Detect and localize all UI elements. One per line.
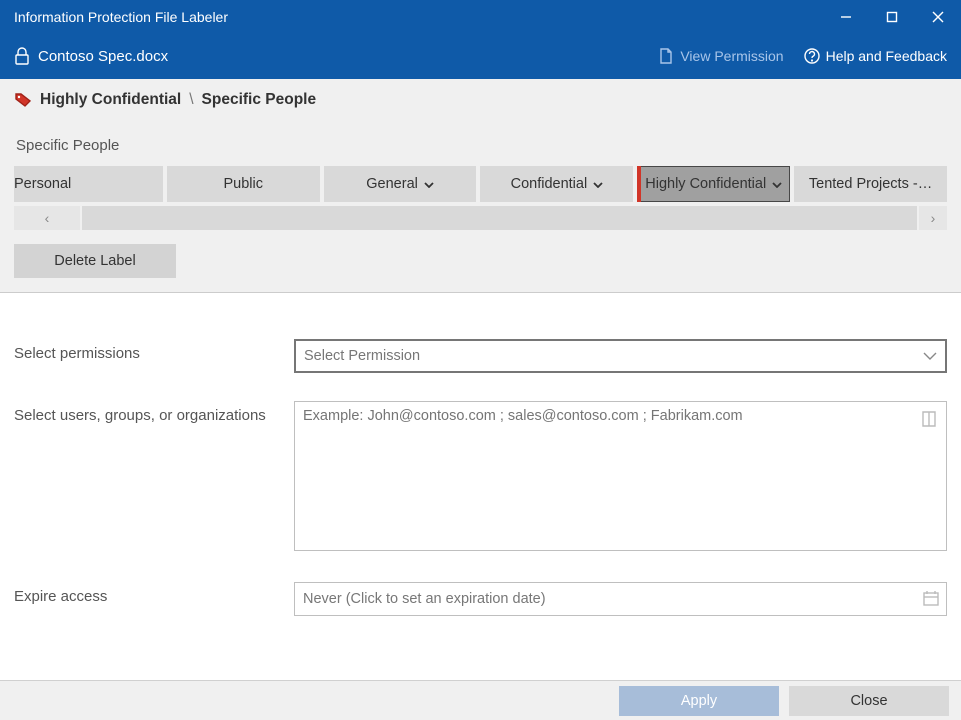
help-feedback-link[interactable]: Help and Feedback: [804, 48, 947, 64]
breadcrumb-level1: Highly Confidential: [40, 91, 181, 109]
label-tab-public[interactable]: Public: [167, 166, 320, 202]
label-tab-label: Confidential: [511, 176, 588, 192]
expire-row: Expire access Never (Click to set an exp…: [14, 582, 947, 616]
permissions-select[interactable]: Select Permission: [294, 339, 947, 373]
expire-field: Never (Click to set an expiration date): [294, 582, 947, 616]
label-tab-confidential[interactable]: Confidential: [480, 166, 633, 202]
view-permission-link[interactable]: View Permission: [658, 48, 783, 64]
breadcrumb: Highly Confidential \ Specific People: [14, 91, 947, 109]
help-icon: [804, 48, 820, 64]
close-window-button[interactable]: [915, 0, 961, 34]
permissions-placeholder: Select Permission: [304, 348, 420, 364]
calendar-icon[interactable]: [923, 590, 939, 609]
chevron-down-icon: [923, 348, 937, 364]
label-tab-label: Public: [223, 176, 263, 192]
minimize-button[interactable]: [823, 0, 869, 34]
title-bar: Information Protection File Labeler: [0, 0, 961, 34]
users-field: [294, 401, 947, 554]
tag-icon: [14, 92, 32, 108]
permissions-form: Select permissions Select Permission Sel…: [0, 292, 961, 680]
toolbar: Contoso Spec.docx View Permission Help a…: [0, 34, 961, 78]
users-row: Select users, groups, or organizations: [14, 401, 947, 554]
permissions-row: Select permissions Select Permission: [14, 339, 947, 373]
maximize-icon: [886, 11, 898, 23]
document-icon: [658, 48, 674, 64]
pager-track[interactable]: [82, 206, 917, 230]
label-tab-personal[interactable]: Personal: [14, 166, 163, 202]
expire-label: Expire access: [14, 582, 294, 605]
permissions-label: Select permissions: [14, 339, 294, 362]
help-feedback-label: Help and Feedback: [826, 48, 947, 64]
apply-button[interactable]: Apply: [619, 686, 779, 716]
view-permission-label: View Permission: [680, 48, 783, 64]
close-icon: [932, 11, 944, 23]
label-tab-highly-confidential[interactable]: Highly Confidential: [637, 166, 790, 202]
chevron-down-icon: [593, 176, 603, 192]
expire-input[interactable]: Never (Click to set an expiration date): [294, 582, 947, 616]
lock-icon: [14, 47, 30, 65]
permissions-field: Select Permission: [294, 339, 947, 373]
chevron-down-icon: [772, 176, 782, 192]
label-tab-label: Personal: [14, 176, 71, 192]
window-title: Information Protection File Labeler: [14, 9, 228, 25]
label-tab-general[interactable]: General: [324, 166, 477, 202]
sub-description: Specific People: [16, 137, 947, 154]
label-tabs: Personal Public General Confidential Hig…: [14, 166, 947, 202]
label-config-area: Highly Confidential \ Specific People Sp…: [0, 78, 961, 292]
pager-right[interactable]: ›: [919, 206, 947, 230]
delete-label-button[interactable]: Delete Label: [14, 244, 176, 278]
pager-left[interactable]: ‹: [14, 206, 80, 230]
footer: Apply Close: [0, 680, 961, 720]
maximize-button[interactable]: [869, 0, 915, 34]
label-tabs-pager: ‹ ›: [14, 206, 947, 230]
label-tab-label: Tented Projects -…: [809, 176, 932, 192]
window-controls: [823, 0, 961, 34]
label-tab-tented-projects[interactable]: Tented Projects -…: [794, 166, 947, 202]
toolbar-right: View Permission Help and Feedback: [658, 48, 947, 64]
breadcrumb-separator: \: [189, 91, 193, 109]
label-tab-label: Highly Confidential: [645, 176, 766, 192]
minimize-icon: [840, 11, 852, 23]
chevron-down-icon: [424, 176, 434, 192]
toolbar-left: Contoso Spec.docx: [14, 47, 648, 65]
close-button[interactable]: Close: [789, 686, 949, 716]
filename: Contoso Spec.docx: [38, 48, 168, 65]
label-tab-label: General: [366, 176, 418, 192]
users-label: Select users, groups, or organizations: [14, 401, 294, 424]
address-book-icon[interactable]: [921, 411, 939, 430]
users-input[interactable]: [294, 401, 947, 551]
breadcrumb-level2: Specific People: [202, 91, 317, 109]
expire-placeholder: Never (Click to set an expiration date): [303, 591, 546, 607]
